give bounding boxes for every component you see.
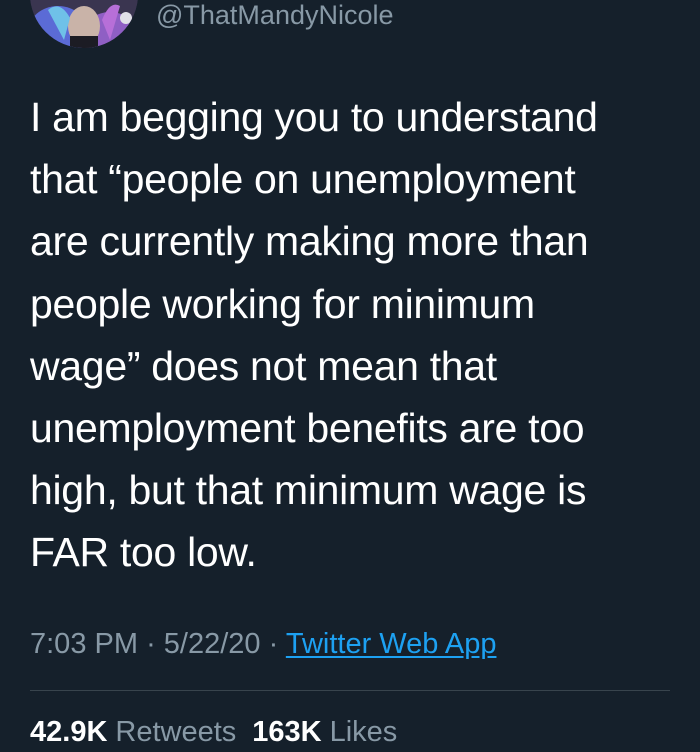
tweet-text: I am begging you to understand that “peo… [30, 86, 670, 584]
avatar-image [30, 0, 138, 48]
tweet-metadata: 7:03 PM · 5/22/20 · Twitter Web App [30, 624, 496, 664]
retweets-stat[interactable]: 42.9K Retweets [30, 716, 236, 748]
tweet-text-line: high, but that minimum wage is [30, 467, 587, 514]
separator-dot: · [146, 628, 156, 660]
tweet-text-line: wage” does not mean that [30, 342, 497, 389]
engagement-stats: 42.9K Retweets 163K Likes [30, 712, 397, 752]
user-handle[interactable]: @ThatMandyNicole [156, 0, 394, 32]
tweet-text-line: people working for minimum [30, 280, 535, 327]
tweet-date[interactable]: 5/22/20 [164, 628, 261, 660]
tweet-text-line: I am begging you to understand [30, 94, 598, 140]
likes-count: 163K [252, 716, 322, 748]
tweet-text-line: that “people on unemployment [30, 156, 576, 203]
retweets-label: Retweets [115, 716, 237, 748]
divider [30, 690, 670, 691]
likes-label: Likes [329, 716, 398, 748]
likes-stat[interactable]: 163K Likes [252, 716, 397, 748]
tweet-text-line: unemployment benefits are too [30, 405, 585, 452]
tweet-text-line: FAR too low. [30, 529, 257, 576]
tweet-text-line: are currently making more than [30, 218, 589, 265]
tweet-source-link[interactable]: Twitter Web App [286, 628, 497, 660]
avatar[interactable] [30, 0, 138, 48]
retweets-count: 42.9K [30, 716, 108, 748]
separator-dot: · [268, 628, 279, 660]
tweet-time[interactable]: 7:03 PM [30, 628, 138, 660]
